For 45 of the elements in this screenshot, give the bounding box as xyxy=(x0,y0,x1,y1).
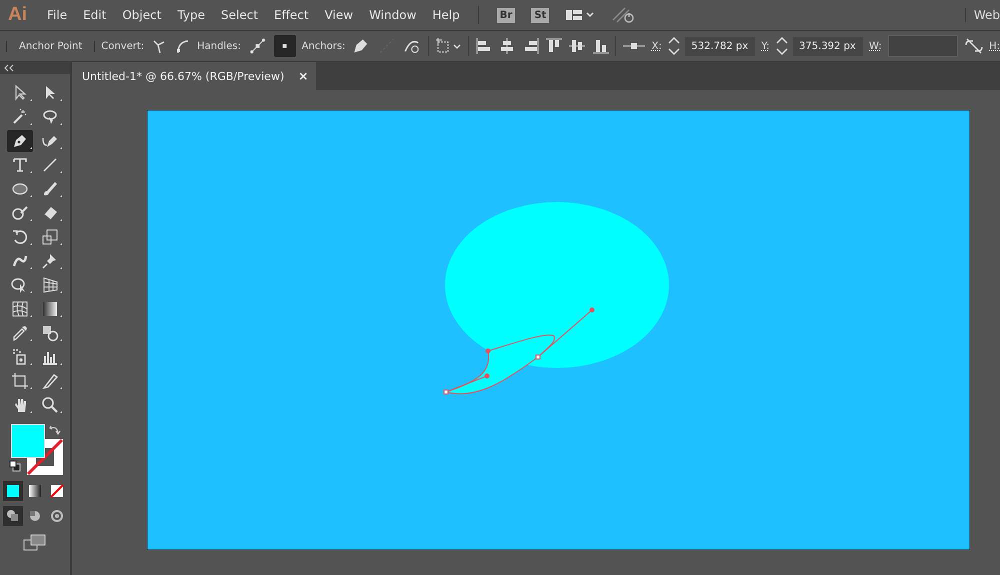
draw-mode-icon[interactable] xyxy=(3,506,23,526)
menu-item[interactable]: Window xyxy=(361,8,424,22)
align-center-icon[interactable] xyxy=(498,37,516,55)
align-left-icon[interactable] xyxy=(474,37,492,55)
fill-swatch[interactable] xyxy=(11,424,45,458)
y-position-field[interactable]: 375.392 px xyxy=(793,36,864,56)
menu-item[interactable]: Edit xyxy=(75,8,114,22)
handles-label: Handles: xyxy=(197,40,241,52)
app-logo: Ai xyxy=(7,4,28,26)
close-tab-button[interactable]: × xyxy=(298,69,308,83)
menu-item[interactable]: Type xyxy=(169,8,213,22)
swap-arrows-icon[interactable] xyxy=(49,424,61,436)
w-label: W: xyxy=(869,40,882,52)
transform-dropdown-icon[interactable] xyxy=(434,37,462,55)
app-badge[interactable]: St xyxy=(531,8,550,22)
document-tab[interactable]: Untitled-1* @ 66.67% (RGB/Preview) × xyxy=(72,62,316,90)
menu-item[interactable]: Effect xyxy=(266,8,317,22)
align-middle-icon[interactable] xyxy=(568,37,586,55)
x-label: X: xyxy=(652,40,662,52)
document-title: Untitled-1* @ 66.67% (RGB/Preview) xyxy=(82,70,284,82)
x-position-field[interactable]: 532.782 px xyxy=(685,36,756,56)
default-colors-icon[interactable] xyxy=(9,460,21,472)
color-mode-icon[interactable] xyxy=(3,481,23,501)
menu-item[interactable]: Select xyxy=(213,8,266,22)
unlinked-chain-icon[interactable] xyxy=(964,37,984,55)
workspace-layout-icon[interactable] xyxy=(565,7,596,23)
menu-item[interactable]: View xyxy=(316,8,362,22)
workspace-label[interactable]: Web xyxy=(964,8,1000,22)
menu-item[interactable]: Object xyxy=(114,8,170,22)
y-label: Y: xyxy=(761,40,770,52)
app-badge[interactable]: Br xyxy=(496,8,516,22)
screen-mode-icon[interactable] xyxy=(23,534,47,552)
pen-nib-icon[interactable] xyxy=(7,130,33,152)
convert-label: Convert: xyxy=(101,40,144,52)
h-label: H: xyxy=(989,40,1000,52)
tool-name-label: Anchor Point xyxy=(6,40,96,52)
align-bottom-icon[interactable] xyxy=(592,37,610,55)
align-top-icon[interactable] xyxy=(545,37,562,55)
menu-item[interactable]: File xyxy=(39,8,76,22)
stepper-arrows-icon[interactable] xyxy=(666,35,682,57)
collapse-arrows-icon[interactable] xyxy=(4,64,14,72)
anchors-label: Anchors: xyxy=(302,40,346,52)
stepper-arrows-icon[interactable] xyxy=(774,35,790,57)
handles-hidden-icon[interactable] xyxy=(274,35,296,57)
menu-item[interactable]: Help xyxy=(424,8,468,22)
